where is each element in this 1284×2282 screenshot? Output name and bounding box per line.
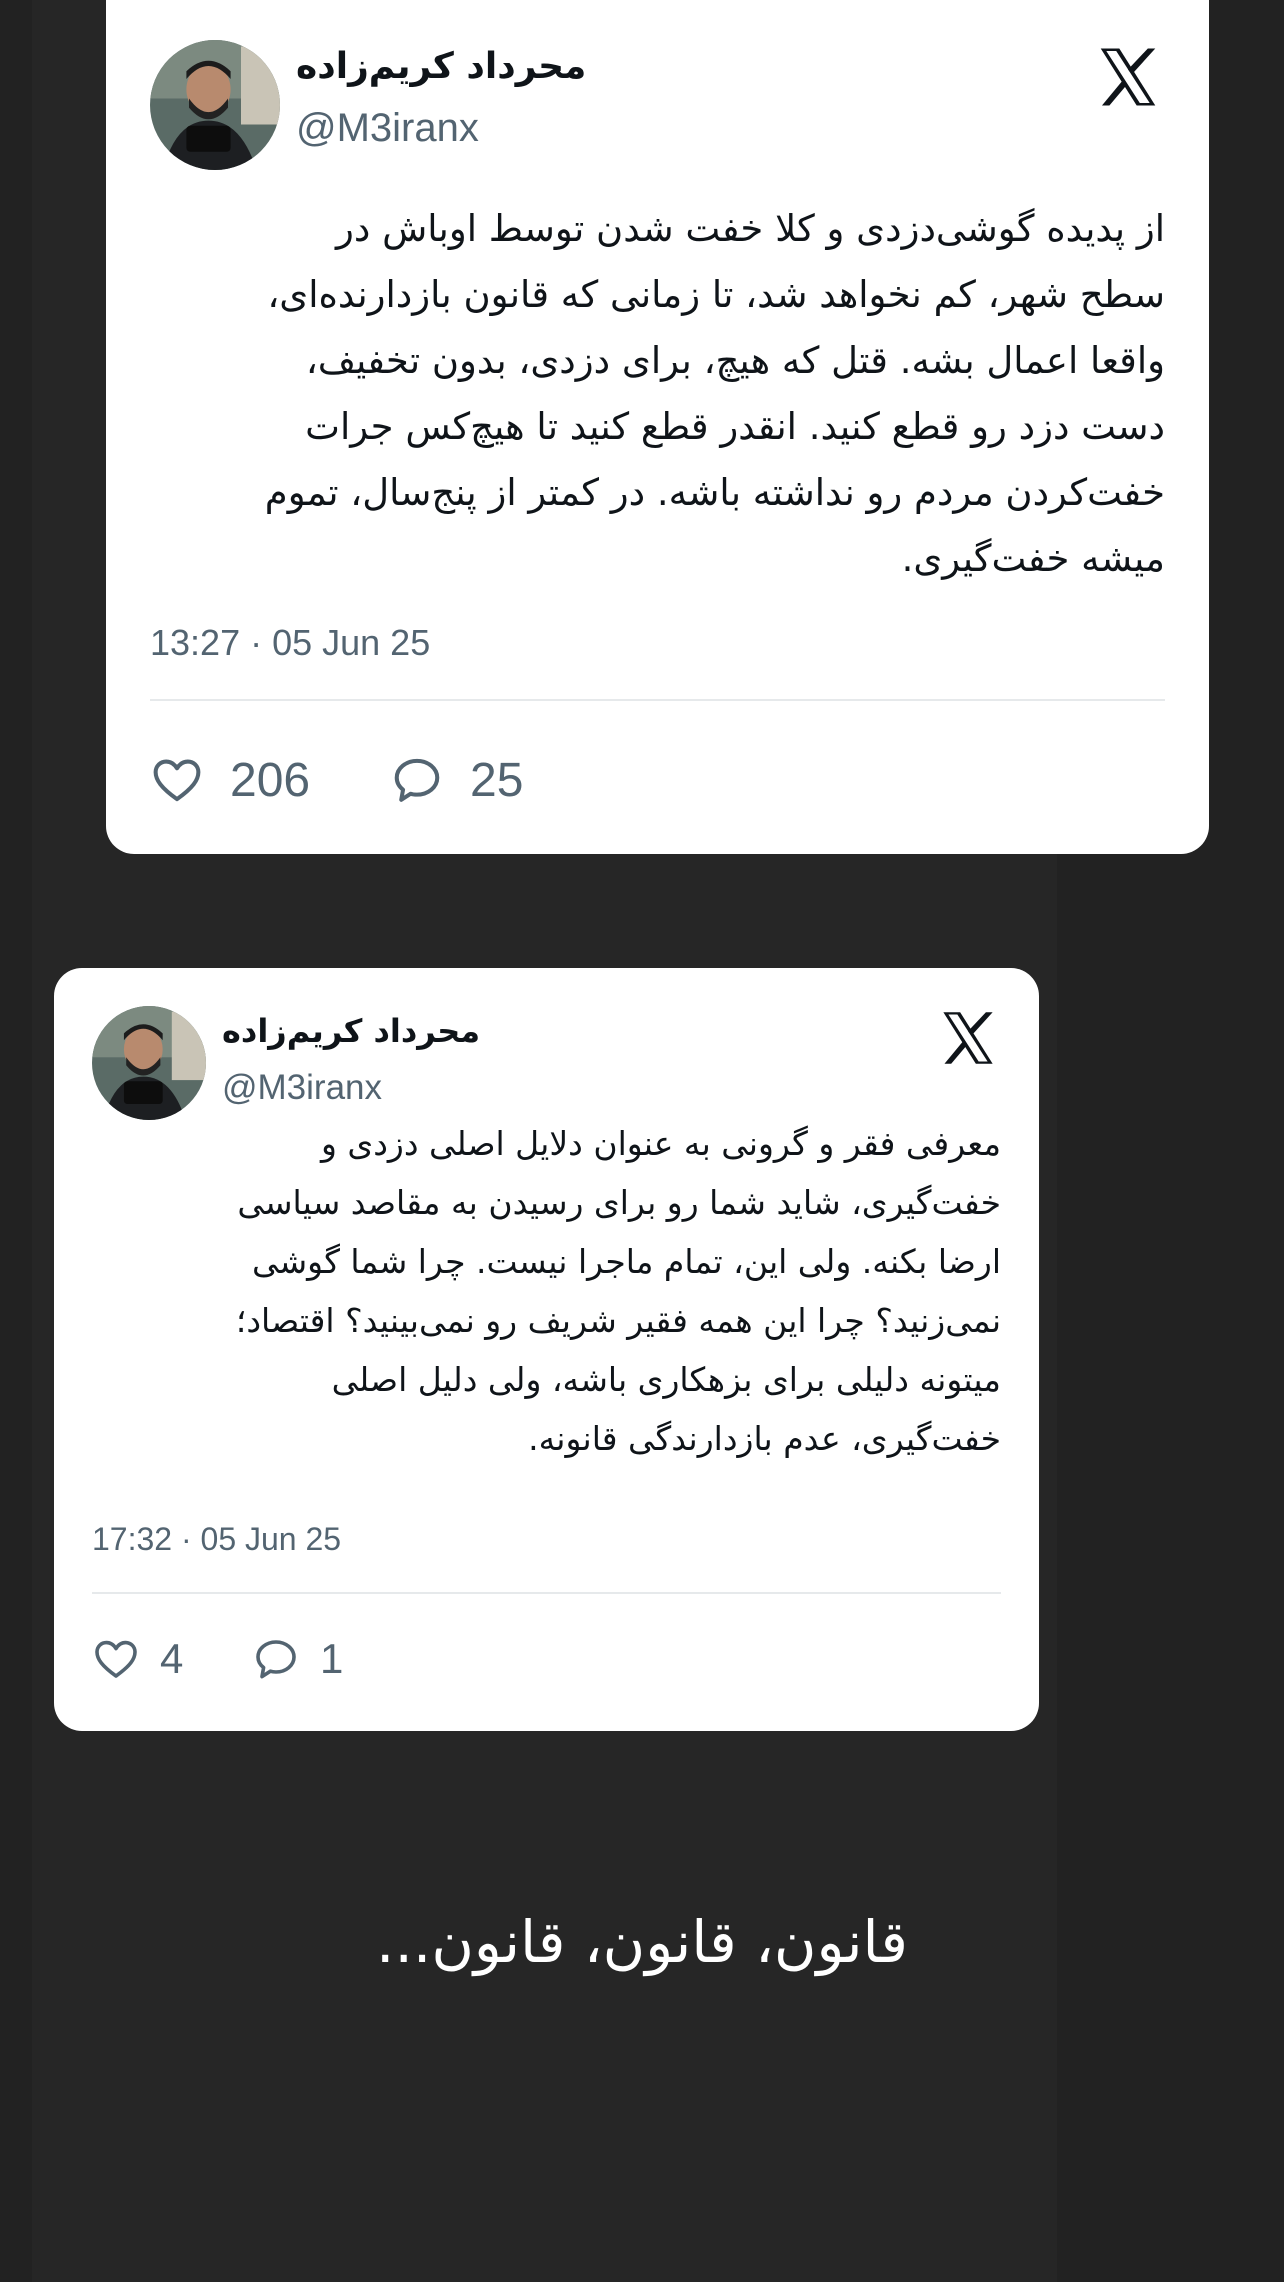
divider	[150, 699, 1165, 701]
tweet-text-line: واقعا اعمال بشه. قتل که هیچ، برای دزدی، …	[305, 339, 1165, 382]
avatar[interactable]	[92, 1006, 206, 1120]
author-name[interactable]: محرداد کریم‌زاده	[296, 46, 586, 87]
reply-count: 1	[320, 1635, 344, 1682]
tweet-text-line: میتونه دلیلی برای بزهکاری باشه، ولی دلیل…	[331, 1360, 1001, 1399]
like-count: 206	[230, 753, 311, 807]
like-count: 4	[160, 1635, 184, 1682]
tweet-text-line: میشه خفت‌گیری.	[901, 537, 1165, 580]
reply-count: 25	[470, 753, 524, 807]
author-handle[interactable]: @M3iranx	[222, 1068, 382, 1108]
tweet-timestamp[interactable]: 13:27 · 05 Jun 25	[150, 622, 430, 664]
tweet-text: معرفی فقر و گرونی به عنوان دلایل اصلی دز…	[236, 1114, 1001, 1468]
tweet-card[interactable]: محرداد کریم‌زاده @M3iranx معرفی فقر و گر…	[54, 968, 1039, 1731]
speech-bubble-icon	[256, 1640, 296, 1679]
x-logo-icon	[1100, 48, 1156, 106]
tweet-text-line: سطح شهر، کم نخواهد شد، تا زمانی که قانون…	[267, 273, 1165, 316]
story-caption: قانون، قانون، قانون...	[376, 1908, 908, 1976]
tweet-text-line: دست دزد رو قطع کنید. انقدر قطع کنید تا ه…	[305, 405, 1165, 448]
author-handle[interactable]: @M3iranx	[296, 106, 479, 151]
heart-icon	[95, 1640, 137, 1678]
tweet-text-line: خفت‌گیری، شاید شما رو برای رسیدن به مقاص…	[237, 1183, 1001, 1222]
tweet-text: از پدیده گوشی‌دزدی و کلا خفت شدن توسط او…	[265, 196, 1165, 592]
tweet-card[interactable]: محرداد کریم‌زاده @M3iranx از پدیده گوشی‌…	[106, 0, 1209, 854]
author-name[interactable]: محرداد کریم‌زاده	[222, 1012, 480, 1050]
x-logo-icon	[943, 1012, 993, 1064]
avatar[interactable]	[150, 40, 280, 170]
tweet-text-line: خفت‌گیری، عدم بازدارندگی قانونه.	[528, 1419, 1001, 1458]
like-button[interactable]: 4	[92, 1631, 183, 1687]
heart-icon	[153, 759, 201, 802]
reply-button[interactable]: 1	[252, 1631, 343, 1687]
speech-bubble-icon	[394, 758, 440, 802]
tweet-text-line: معرفی فقر و گرونی به عنوان دلایل اصلی دز…	[320, 1124, 1001, 1163]
tweet-timestamp[interactable]: 17:32 · 05 Jun 25	[92, 1521, 341, 1558]
reply-button[interactable]: 25	[390, 748, 523, 812]
tweet-text-line: از پدیده گوشی‌دزدی و کلا خفت شدن توسط او…	[335, 207, 1165, 250]
avatar-photo	[150, 40, 280, 170]
divider	[92, 1592, 1001, 1594]
like-button[interactable]: 206	[150, 748, 310, 812]
tweet-text-line: ارضا بکنه. ولی این، تمام ماجرا نیست. چرا…	[252, 1242, 1001, 1281]
tweet-text-line: خفت‌کردن مردم رو نداشته باشه. در کمتر از…	[264, 471, 1165, 514]
tweet-text-line: نمی‌زنید؟ چرا این همه فقیر شریف رو نمی‌ب…	[235, 1301, 1001, 1340]
avatar-photo	[92, 1006, 206, 1120]
